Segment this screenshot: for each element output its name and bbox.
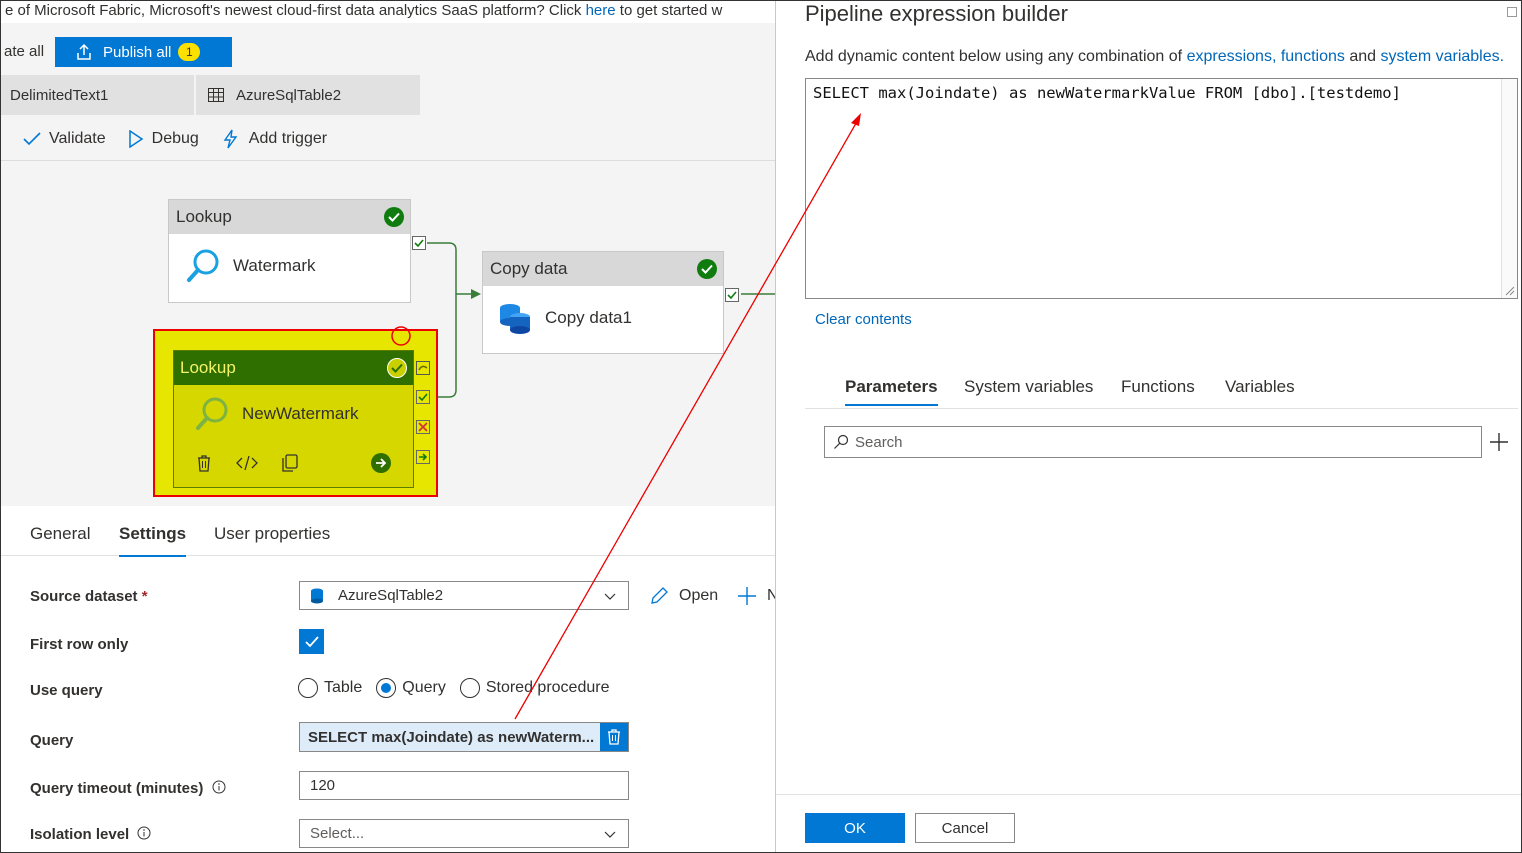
activity-type: Copy data bbox=[490, 259, 568, 278]
dialog-subtitle: Add dynamic content below using any comb… bbox=[805, 48, 1505, 65]
activity-name: NewWatermark bbox=[242, 404, 359, 423]
delete-icon[interactable] bbox=[194, 453, 214, 473]
checkmark-icon bbox=[304, 635, 319, 647]
query-timeout-value: 120 bbox=[310, 777, 336, 794]
resize-handle-icon[interactable] bbox=[1505, 286, 1515, 296]
query-value: SELECT max(Joindate) as newWaterm... bbox=[308, 728, 595, 746]
activity-name: Watermark bbox=[233, 256, 316, 275]
expression-text: SELECT max(Joindate) as newWatermarkValu… bbox=[813, 84, 1401, 102]
lookup-icon bbox=[187, 249, 219, 282]
expression-editor[interactable]: SELECT max(Joindate) as newWatermarkValu… bbox=[805, 78, 1518, 299]
info-icon bbox=[137, 826, 151, 840]
failure-port[interactable] bbox=[416, 420, 430, 434]
tab-user-properties[interactable]: User properties bbox=[214, 524, 330, 544]
search-input[interactable]: Search bbox=[824, 426, 1482, 458]
success-icon bbox=[697, 259, 717, 279]
isolation-level-select[interactable]: Select... bbox=[299, 819, 629, 848]
expressions-functions-link[interactable]: expressions, functions bbox=[1187, 48, 1345, 65]
success-icon bbox=[387, 358, 407, 378]
info-icon bbox=[212, 780, 226, 794]
completion-port[interactable] bbox=[416, 450, 430, 464]
query-timeout-label: Query timeout (minutes) bbox=[30, 780, 226, 797]
copy-data-icon bbox=[500, 304, 530, 334]
open-dataset-button[interactable]: Open bbox=[649, 586, 718, 606]
tab-variables[interactable]: Variables bbox=[1225, 377, 1295, 397]
success-port[interactable] bbox=[412, 236, 426, 250]
success-icon bbox=[384, 207, 404, 227]
screenshot-frame: e of Microsoft Fabric, Microsoft's newes… bbox=[0, 0, 1522, 853]
pencil-icon bbox=[651, 587, 668, 604]
delete-query-button[interactable] bbox=[600, 723, 628, 751]
chevron-down-icon bbox=[604, 593, 616, 600]
first-row-only-checkbox[interactable] bbox=[299, 629, 324, 654]
system-variables-link[interactable]: system variables. bbox=[1380, 48, 1504, 65]
plus-icon bbox=[738, 587, 756, 605]
expression-builder-dialog: Pipeline expression builder Add dynamic … bbox=[775, 1, 1521, 852]
ok-button[interactable]: OK bbox=[805, 813, 905, 843]
isolation-level-placeholder: Select... bbox=[310, 825, 365, 842]
close-icon[interactable] bbox=[1507, 7, 1517, 17]
activity-lookup-newwatermark[interactable]: Lookup NewWatermark bbox=[173, 350, 414, 488]
dialog-footer-divider bbox=[776, 794, 1521, 795]
isolation-level-label: Isolation level bbox=[30, 826, 151, 843]
use-query-radio-group: Table Query Stored procedure bbox=[298, 678, 623, 698]
delete-icon bbox=[608, 729, 620, 745]
source-dataset-select[interactable]: AzureSqlTable2 bbox=[299, 581, 629, 610]
tab-functions[interactable]: Functions bbox=[1121, 377, 1195, 397]
clone-icon[interactable] bbox=[280, 453, 300, 473]
chevron-down-icon bbox=[604, 831, 616, 838]
success-port[interactable] bbox=[725, 288, 739, 302]
first-row-only-label: First row only bbox=[30, 636, 129, 653]
properties-tabs: General Settings User properties bbox=[1, 506, 775, 557]
clear-contents-link[interactable]: Clear contents bbox=[815, 311, 912, 328]
activity-type: Lookup bbox=[176, 207, 232, 226]
activity-type: Lookup bbox=[180, 358, 236, 377]
new-label: N bbox=[767, 587, 775, 605]
search-icon bbox=[834, 434, 849, 449]
radio-table[interactable]: Table bbox=[298, 678, 362, 698]
new-dataset-button[interactable]: N bbox=[737, 586, 775, 606]
tab-system-variables[interactable]: System variables bbox=[964, 377, 1093, 397]
activity-name: Copy data1 bbox=[545, 308, 632, 327]
tab-settings[interactable]: Settings bbox=[119, 524, 187, 557]
query-label: Query bbox=[30, 732, 74, 749]
activity-header: Copy data bbox=[483, 252, 723, 286]
editor-scrollbar[interactable] bbox=[1501, 79, 1517, 298]
use-query-label: Use query bbox=[30, 682, 103, 699]
activity-header: Lookup bbox=[174, 351, 413, 385]
source-dataset-value: AzureSqlTable2 bbox=[338, 587, 444, 604]
query-timeout-input[interactable]: 120 bbox=[299, 771, 629, 800]
arrow-right-circle-icon[interactable] bbox=[370, 452, 392, 474]
open-label: Open bbox=[679, 587, 719, 604]
source-dataset-label: Source dataset * bbox=[30, 588, 148, 605]
success-port[interactable] bbox=[416, 390, 430, 404]
activity-body: NewWatermark bbox=[174, 385, 413, 443]
activity-lookup-watermark[interactable]: Lookup Watermark bbox=[168, 199, 411, 303]
cancel-button[interactable]: Cancel bbox=[915, 813, 1015, 843]
search-placeholder: Search bbox=[855, 433, 903, 451]
dialog-tabs: Parameters System variables Functions Va… bbox=[805, 373, 1518, 409]
authoring-area: e of Microsoft Fabric, Microsoft's newes… bbox=[1, 1, 775, 852]
dialog-title: Pipeline expression builder bbox=[805, 1, 1068, 26]
skip-port[interactable] bbox=[416, 361, 430, 375]
activity-body: Watermark bbox=[169, 234, 410, 298]
activity-actions bbox=[174, 443, 413, 483]
code-icon[interactable] bbox=[236, 453, 258, 473]
sql-dataset-icon bbox=[311, 588, 323, 603]
radio-query[interactable]: Query bbox=[376, 678, 446, 698]
properties-panel: General Settings User properties Source … bbox=[1, 506, 775, 852]
activity-copy-data[interactable]: Copy data Copy data1 bbox=[482, 251, 724, 354]
tab-general[interactable]: General bbox=[30, 524, 90, 544]
activity-header: Lookup bbox=[169, 200, 410, 234]
lookup-icon bbox=[196, 397, 228, 430]
add-parameter-icon[interactable] bbox=[1488, 431, 1510, 453]
radio-stored-procedure[interactable]: Stored procedure bbox=[459, 678, 609, 698]
query-field[interactable]: SELECT max(Joindate) as newWaterm... bbox=[299, 722, 629, 752]
tab-parameters[interactable]: Parameters bbox=[845, 377, 938, 406]
annotation-circle bbox=[391, 326, 411, 346]
activity-body: Copy data1 bbox=[483, 286, 723, 350]
